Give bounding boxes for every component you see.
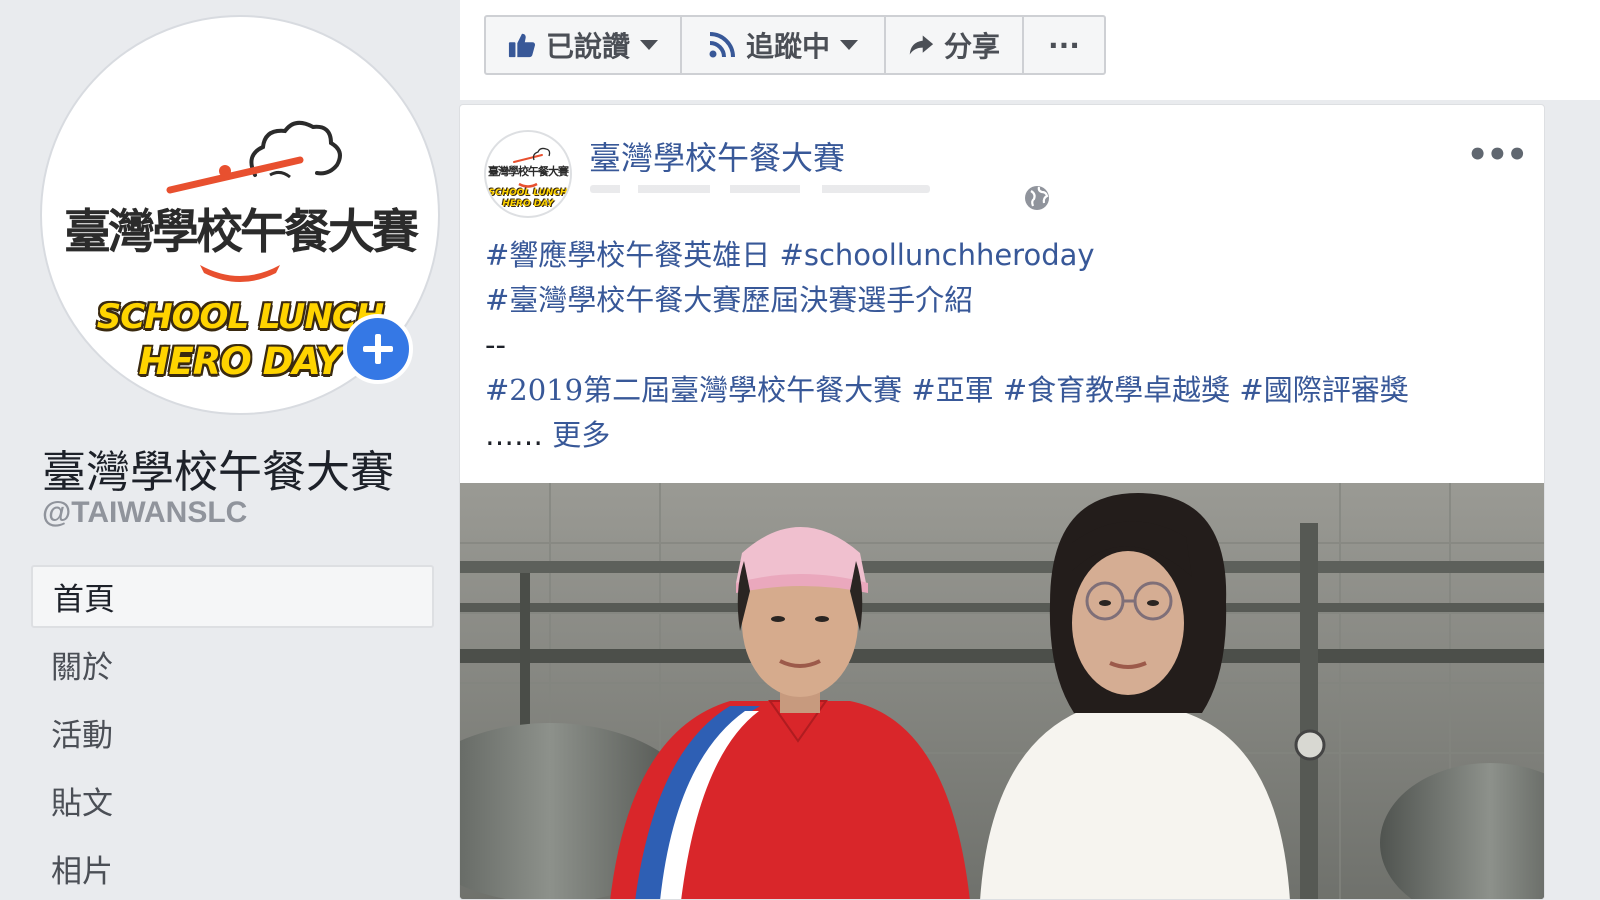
post-line-5: …… 更多 [485, 413, 1525, 458]
photo-illustration [460, 483, 1544, 899]
post-line-3: -- [485, 328, 506, 362]
nav-item-posts[interactable]: 貼文 [31, 769, 434, 832]
hashtag-link[interactable]: #亞軍 [911, 373, 993, 407]
post-author-name[interactable]: 臺灣學校午餐大賽 [589, 133, 845, 179]
post-card: 臺灣學校午餐大賽 SCHOOL LUNCH HERO DAY 臺灣學校午餐大賽 … [459, 104, 1545, 900]
hashtag-link[interactable]: #2019第二屆臺灣學校午餐大賽 [485, 373, 902, 407]
nav-item-about[interactable]: 關於 [31, 633, 434, 696]
chevron-down-icon [640, 40, 658, 50]
hashtag-link[interactable]: #響應學校午餐英雄日 [485, 238, 770, 272]
following-button[interactable]: 追蹤中 [682, 17, 886, 73]
hashtag-link[interactable]: #食育教學卓越獎 [1003, 373, 1230, 407]
post-line-2: #臺灣學校午餐大賽歷屆決賽選手介紹 [485, 278, 1525, 323]
thumbs-up-icon [508, 33, 536, 58]
post-line-4: #2019第二屆臺灣學校午餐大賽 #亞軍 #食育教學卓越獎 #國際評審獎 [485, 368, 1525, 413]
globe-icon[interactable] [1023, 184, 1051, 212]
post-photo[interactable] [460, 483, 1544, 899]
add-button[interactable] [343, 314, 413, 384]
mini-logo-tagline-1: SCHOOL LUNCH [488, 188, 568, 198]
mini-logo-tagline-2: HERO DAY [502, 199, 554, 209]
more-actions-button[interactable]: ··· [1024, 17, 1104, 73]
left-column: 臺灣學校午餐大賽 SCHOOL LUNCH HERO DAY 臺灣學校午餐大賽 … [0, 0, 460, 900]
page-title[interactable]: 臺灣學校午餐大賽 [42, 436, 394, 500]
page-handle[interactable]: @TAIWANSLC [42, 496, 247, 530]
nav-item-events[interactable]: 活動 [31, 701, 434, 764]
chevron-down-icon [840, 40, 858, 50]
post-timestamp[interactable] [590, 185, 930, 193]
following-label: 追蹤中 [745, 30, 830, 63]
page-nav: 首頁 關於 活動 貼文 相片 [31, 565, 434, 900]
logo-title: 臺灣學校午餐大賽 [64, 205, 419, 260]
hashtag-link[interactable]: #schoollunchheroday [780, 238, 1095, 272]
nav-item-home[interactable]: 首頁 [31, 565, 434, 628]
nav-item-photos[interactable]: 相片 [31, 837, 434, 900]
plus-icon [363, 334, 393, 364]
liked-label: 已說讚 [545, 30, 630, 63]
more-icon: ··· [1048, 28, 1080, 62]
hashtag-link[interactable]: #國際評審獎 [1239, 373, 1408, 407]
post-text: #響應學校午餐英雄日 #schoollunchheroday #臺灣學校午餐大賽… [485, 233, 1525, 458]
post-options-button[interactable]: ••• [1467, 135, 1528, 175]
see-more-link[interactable]: 更多 [552, 418, 610, 452]
share-label: 分享 [943, 30, 1000, 63]
post-line-1: #響應學校午餐英雄日 #schoollunchheroday [485, 233, 1525, 278]
ellipsis: …… [485, 418, 543, 452]
mini-logo-title: 臺灣學校午餐大賽 [488, 165, 569, 178]
rss-icon [709, 32, 735, 58]
hashtag-link[interactable]: #臺灣學校午餐大賽歷屆決賽選手介紹 [485, 283, 973, 317]
post-author-avatar[interactable]: 臺灣學校午餐大賽 SCHOOL LUNCH HERO DAY [484, 130, 572, 218]
share-button[interactable]: 分享 [886, 17, 1024, 73]
liked-button[interactable]: 已說讚 [486, 17, 682, 73]
share-arrow-icon [909, 35, 934, 55]
page-actions: 已說讚 追蹤中 分享 ··· [484, 15, 1106, 75]
